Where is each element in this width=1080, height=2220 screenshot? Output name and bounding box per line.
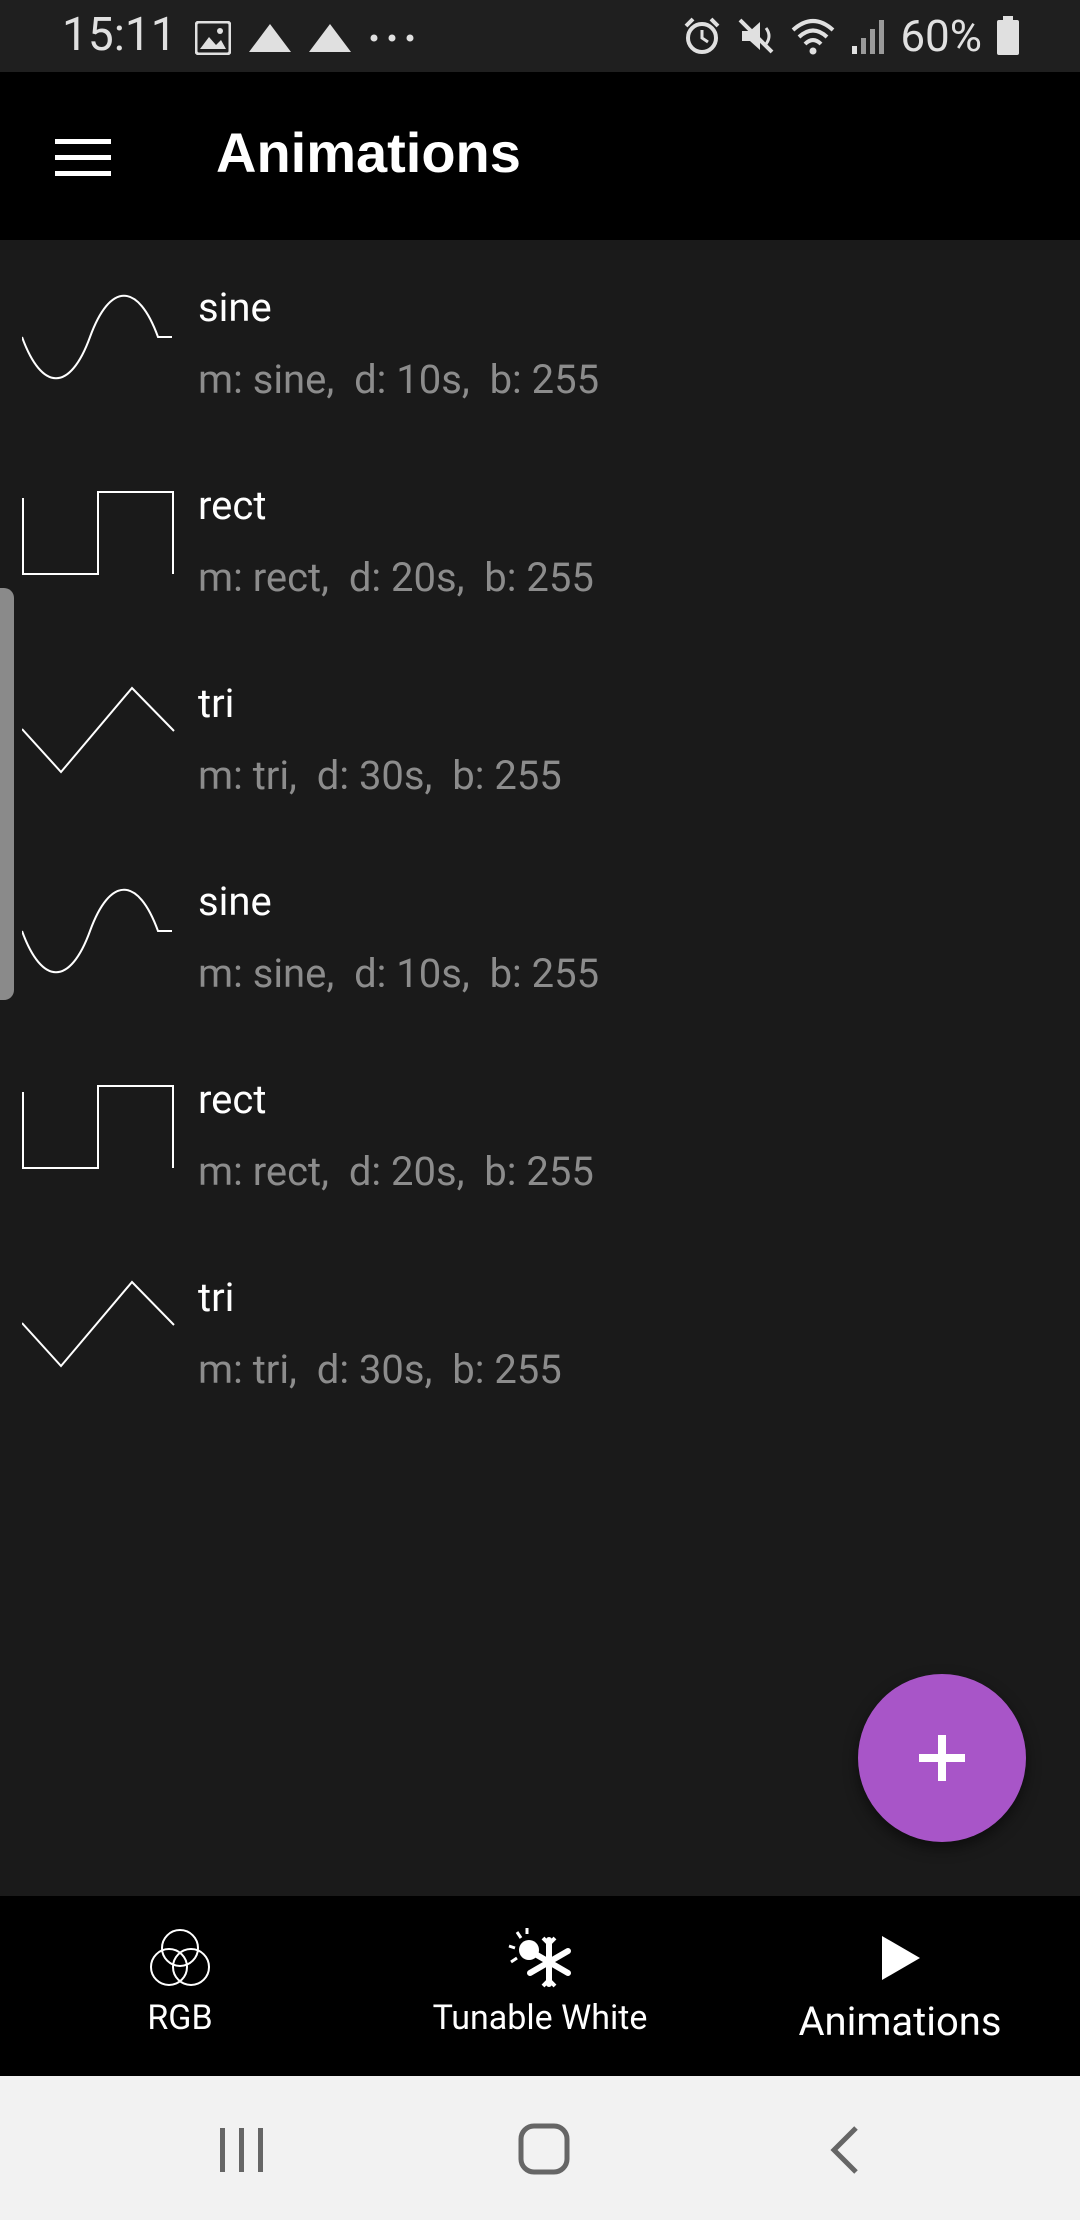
animation-meta: m: sine, d: 10s, b: 255 <box>198 356 600 403</box>
alarm-icon <box>684 17 720 54</box>
animation-name: sine <box>198 284 272 331</box>
status-time: 15:11 <box>62 8 177 62</box>
scroll-handle[interactable] <box>0 588 14 1000</box>
upload-icon <box>309 24 351 52</box>
animation-meta: m: tri, d: 30s, b: 255 <box>198 752 562 799</box>
battery-icon <box>997 16 1019 55</box>
list-item[interactable]: rect m: rect, d: 20s, b: 255 <box>0 438 1080 636</box>
mute-icon <box>738 18 774 54</box>
signal-icon <box>852 20 885 54</box>
upload-icon <box>249 24 291 52</box>
add-animation-button[interactable] <box>858 1674 1026 1842</box>
animation-meta: m: rect, d: 20s, b: 255 <box>198 1148 594 1195</box>
nav-item-rgb[interactable]: RGB <box>80 1896 280 2076</box>
nav-label-tunable-white: Tunable White <box>432 1998 648 2038</box>
plus-icon <box>919 1735 965 1781</box>
animation-name: tri <box>198 680 235 727</box>
list-item[interactable]: tri m: tri, d: 30s, b: 255 <box>0 636 1080 834</box>
animation-name: sine <box>198 878 272 925</box>
home-icon[interactable] <box>514 2122 574 2178</box>
nav-label-animations: Animations <box>798 1998 1002 2045</box>
animation-name: rect <box>198 1076 267 1123</box>
animation-list: sine m: sine, d: 10s, b: 255 rect m: rec… <box>0 240 1080 1428</box>
tri-wave-icon <box>22 686 175 774</box>
sun-snowflake-icon <box>508 1928 571 1988</box>
page-title: Animations <box>216 121 521 184</box>
status-bar: 15:11 60% <box>0 0 1080 72</box>
play-icon <box>882 1936 920 1980</box>
list-item[interactable]: rect m: rect, d: 20s, b: 255 <box>0 1032 1080 1230</box>
list-item[interactable]: sine m: sine, d: 10s, b: 255 <box>0 834 1080 1032</box>
sine-wave-icon <box>22 294 172 380</box>
status-right-icons: 60% <box>682 8 1020 64</box>
bottom-nav: RGB Tunable White Animations <box>0 1896 1080 2076</box>
image-icon <box>195 21 231 55</box>
list-item[interactable]: tri m: tri, d: 30s, b: 255 <box>0 1230 1080 1428</box>
nav-item-animations[interactable]: Animations <box>770 1896 1030 2076</box>
wifi-icon <box>791 19 835 55</box>
app-bar: Animations <box>0 72 1080 240</box>
rgb-circles-icon <box>150 1929 210 1986</box>
sine-wave-icon <box>22 888 172 974</box>
menu-button[interactable] <box>44 122 124 192</box>
animation-meta: m: tri, d: 30s, b: 255 <box>198 1346 562 1393</box>
animation-meta: m: rect, d: 20s, b: 255 <box>198 554 594 601</box>
animation-name: tri <box>198 1274 235 1321</box>
list-item[interactable]: sine m: sine, d: 10s, b: 255 <box>0 240 1080 438</box>
nav-item-tunable-white[interactable]: Tunable White <box>390 1896 690 2076</box>
status-left-icons <box>195 18 415 58</box>
battery-percent: 60% <box>900 10 982 62</box>
tri-wave-icon <box>22 1280 175 1368</box>
rect-wave-icon <box>22 491 174 575</box>
rect-wave-icon <box>22 1085 174 1169</box>
back-icon[interactable] <box>816 2122 876 2178</box>
recents-icon[interactable] <box>212 2122 272 2178</box>
more-icon <box>370 34 414 42</box>
nav-label-rgb: RGB <box>147 1998 213 2038</box>
hamburger-icon <box>55 138 111 144</box>
animation-name: rect <box>198 482 267 529</box>
animation-meta: m: sine, d: 10s, b: 255 <box>198 950 600 997</box>
system-nav <box>0 2076 1080 2220</box>
